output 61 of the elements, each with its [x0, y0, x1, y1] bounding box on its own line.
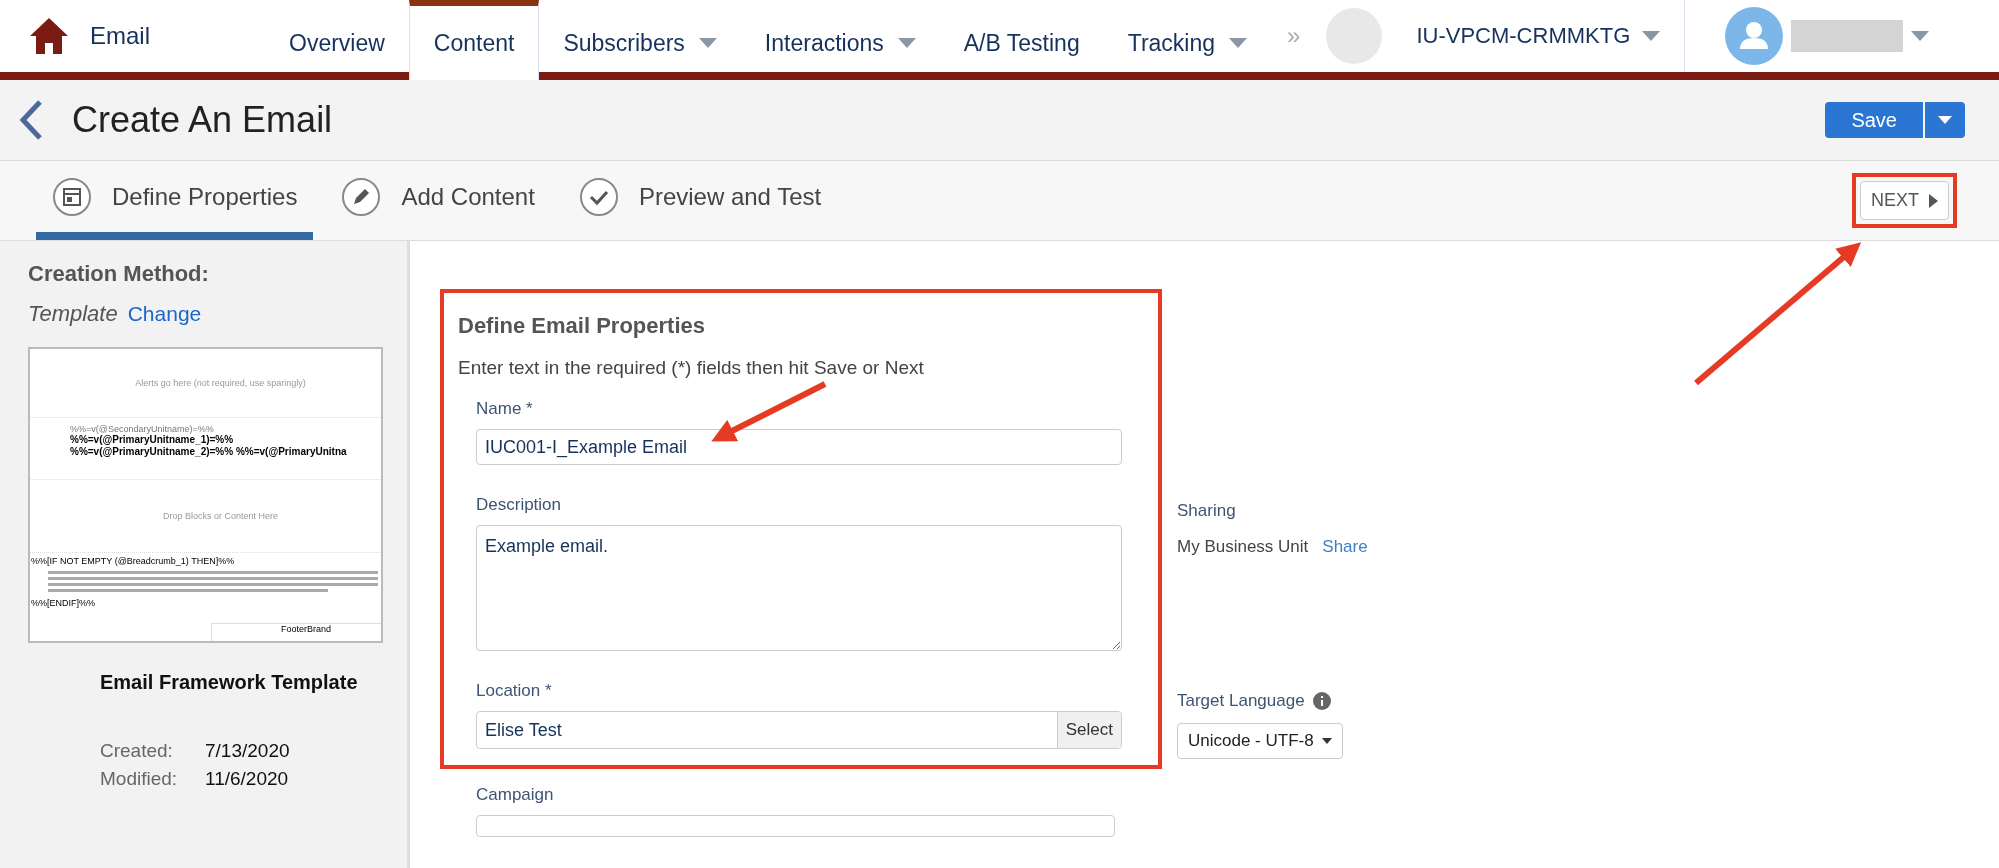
field-label: Description: [476, 495, 562, 515]
nav-tab[interactable]: Subscribers: [539, 0, 741, 80]
share-link[interactable]: Share: [1322, 537, 1368, 557]
creation-method: Template: [28, 301, 118, 327]
description-field[interactable]: Example email.: [476, 525, 1122, 651]
section-heading: Creation Method:: [28, 261, 210, 287]
nav-tab[interactable]: Overview: [265, 0, 409, 80]
template-thumbnail[interactable]: [28, 347, 383, 643]
language-dropdown[interactable]: Unicode - UTF-8: [1177, 723, 1343, 759]
thumbnail-text: %%=v(@SecondaryUnitname)=%%: [70, 424, 215, 434]
triangle-right-icon: [1929, 193, 1938, 208]
name-field[interactable]: IUC001-I_Example Email: [476, 429, 1122, 465]
thumbnail-text: FooterBrand: [280, 624, 331, 634]
thumbnail-text: %%=v(@PrimaryUnitname_1)=%%: [70, 434, 235, 446]
thumbnail-text: Drop Blocks or Content Here: [162, 511, 279, 521]
thumbnail-text: %%=v(@PrimaryUnitname_2)=%% %%=v(@PrimaryUnitna: [70, 446, 348, 458]
caret-icon: [1911, 31, 1930, 41]
wizard-step-tab[interactable]: Add Content: [325, 161, 551, 240]
sharing-value: My Business Unit: [1177, 537, 1309, 557]
caret-icon: [1321, 738, 1332, 744]
caret-icon: [897, 38, 916, 48]
nav-tab[interactable]: A/B Testing: [939, 0, 1104, 80]
nav-tab[interactable]: Content: [408, 0, 540, 80]
meta-value: 7/13/2020: [205, 740, 291, 762]
form-instructions: Enter text in the required (*) fields then hit Save or Next: [458, 357, 925, 379]
meta-value: 11/6/2020: [205, 768, 290, 790]
change-link[interactable]: Change: [127, 302, 202, 326]
page-title: Create An Email: [72, 99, 333, 141]
pencil-icon: [341, 176, 382, 217]
field-label: Location *: [476, 681, 552, 701]
field-label: Target Language: [1177, 691, 1305, 711]
save-button[interactable]: Save: [1825, 102, 1923, 138]
caret-icon: [1229, 38, 1248, 48]
field-label: Campaign: [476, 785, 554, 805]
form-icon: [52, 176, 92, 217]
thumbnail-text: Alerts go here (not required, use sparingly): [135, 378, 306, 388]
wizard-step-tab[interactable]: Preview and Test: [562, 161, 838, 240]
nav-tab[interactable]: Tracking: [1103, 0, 1272, 80]
save-options-button[interactable]: [1925, 102, 1965, 138]
nav-tab[interactable]: Interactions: [740, 0, 940, 80]
caret-icon: [1642, 31, 1661, 41]
select-button[interactable]: Select: [1056, 712, 1121, 748]
field-label: Name *: [476, 399, 533, 419]
home-icon[interactable]: [30, 18, 68, 54]
account-switcher[interactable]: IU-VPCM-CRMMKTG: [1392, 0, 1686, 72]
caret-icon: [1938, 116, 1952, 124]
thumbnail-text: %%[IF NOT EMPTY (@Breadcrumb_1) THEN]%%: [31, 556, 235, 566]
field-label: Sharing: [1177, 501, 1236, 521]
checkmark-icon: [578, 176, 619, 217]
form-title: Define Email Properties: [458, 313, 706, 339]
caret-icon: [698, 38, 717, 48]
template-name: Email Framework Template: [100, 671, 359, 694]
meta-label: Created:: [100, 740, 174, 762]
meta-label: Modified:: [100, 768, 179, 790]
campaign-field[interactable]: [476, 815, 1115, 837]
info-icon[interactable]: [1312, 692, 1331, 710]
app-name: Email: [90, 22, 150, 50]
next-button[interactable]: NEXT: [1860, 181, 1949, 220]
back-chevron-icon[interactable]: [18, 99, 44, 141]
location-field[interactable]: Elise Test Select: [476, 711, 1122, 749]
thumbnail-text: %%[ENDIF]%%: [31, 598, 95, 608]
